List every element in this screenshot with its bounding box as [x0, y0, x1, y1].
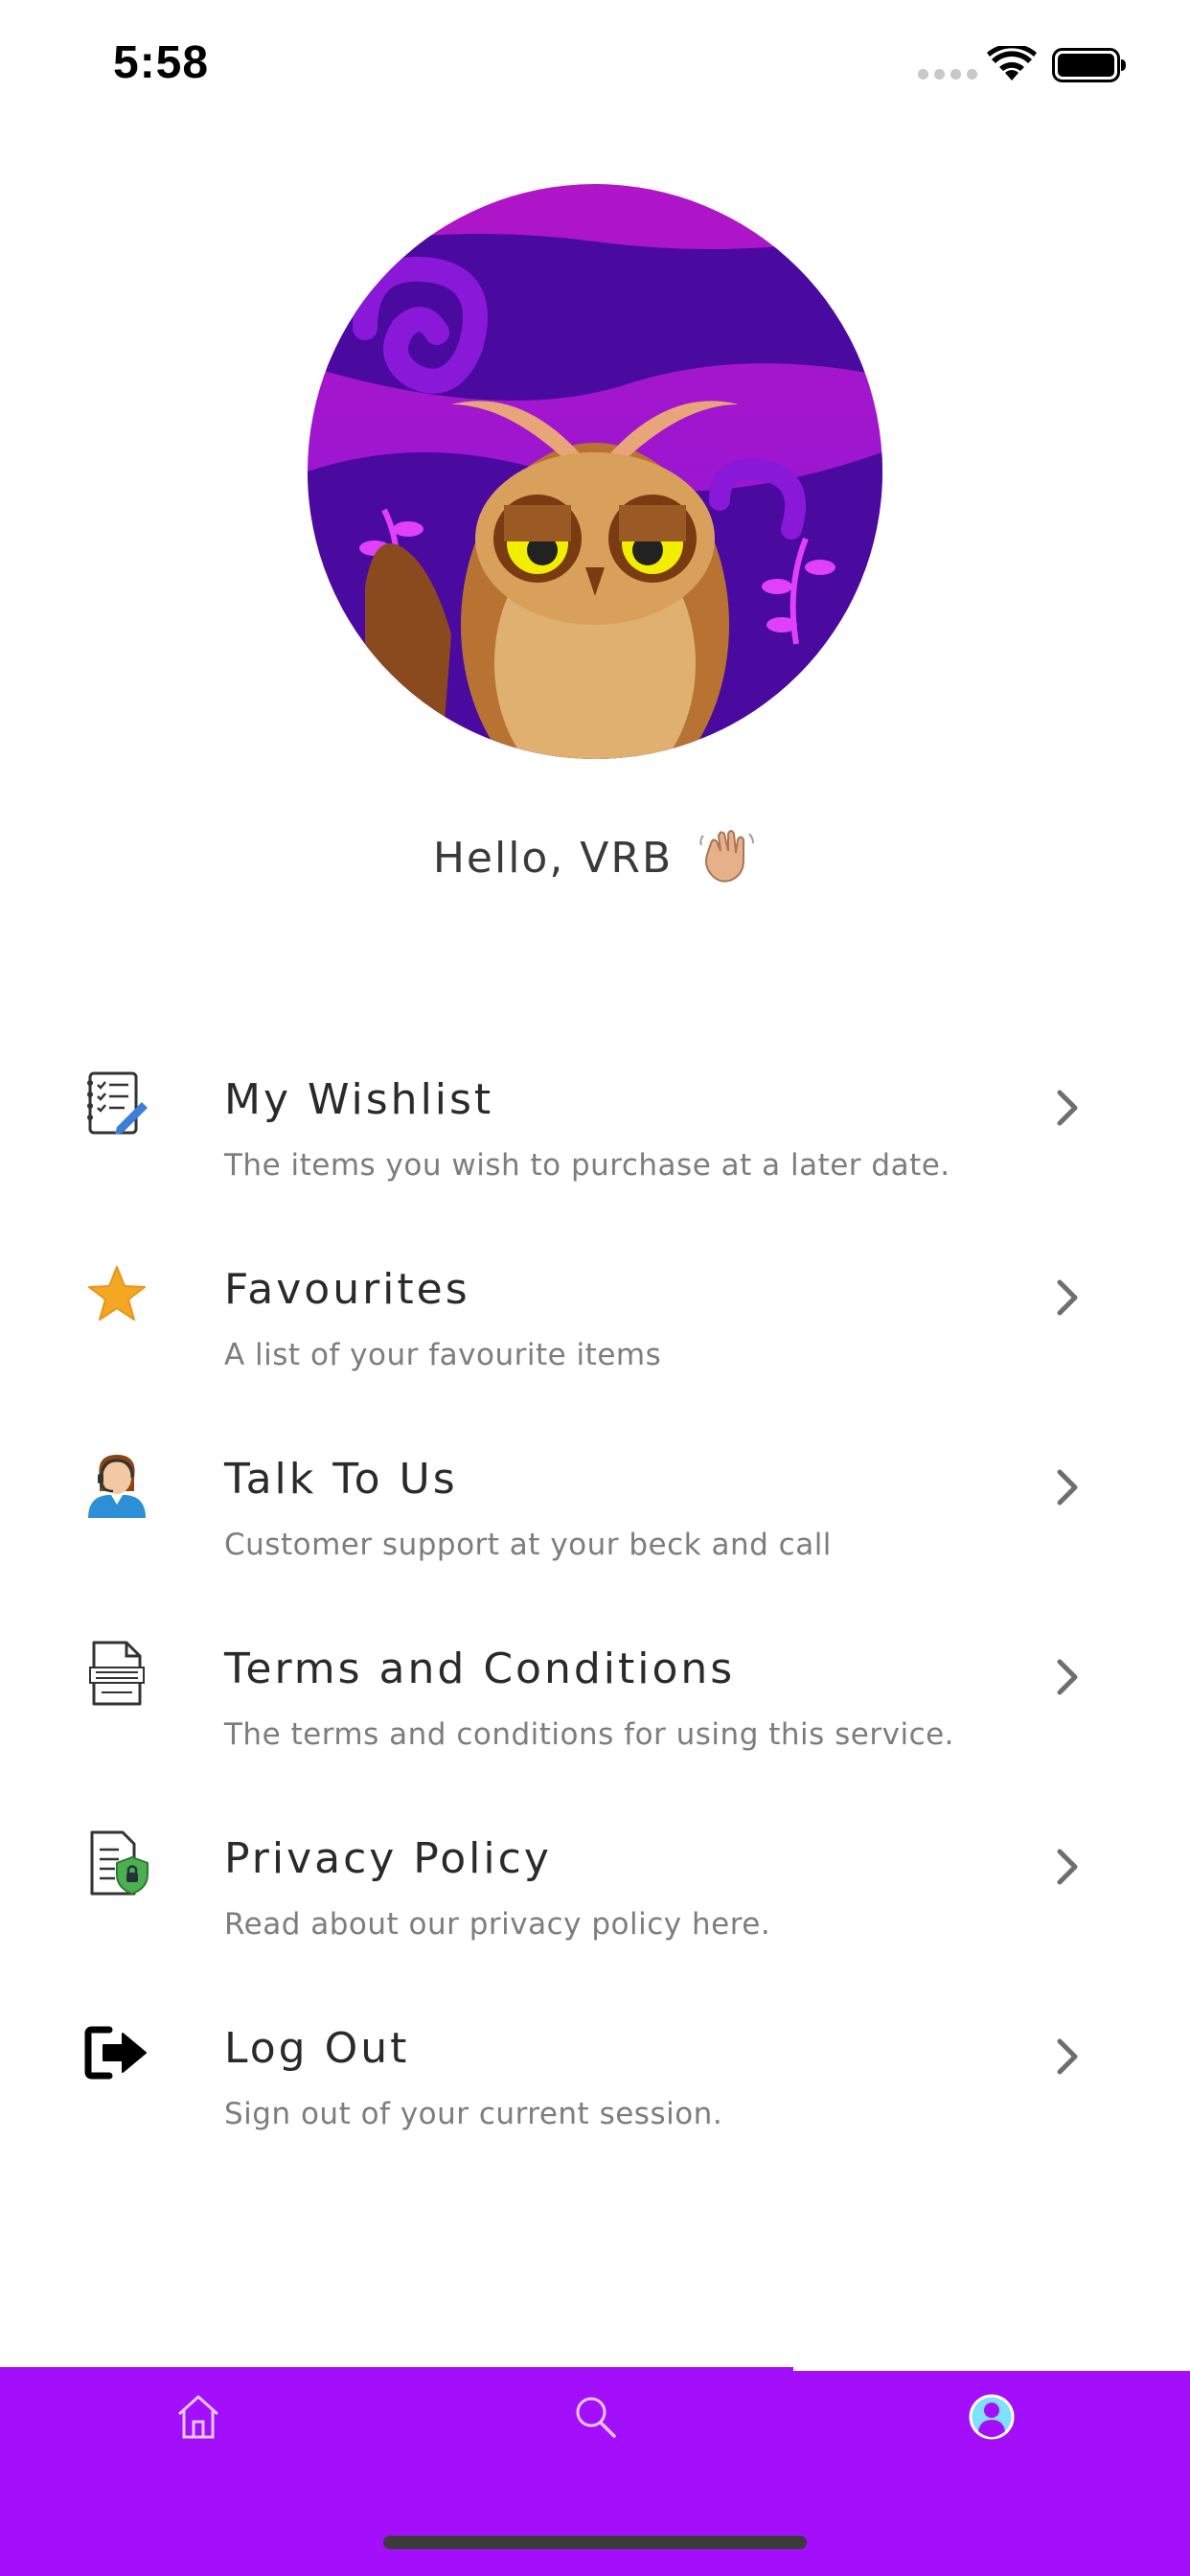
logout-icon: [82, 2018, 151, 2087]
support-agent-icon: [82, 1449, 151, 1518]
menu-item-subtitle: The terms and conditions for using this …: [224, 1717, 955, 1752]
star-icon: [82, 1259, 151, 1328]
menu-item-talk-to-us[interactable]: Talk To Us Customer support at your beck…: [0, 1430, 1190, 1620]
owl-avatar-image: [308, 184, 882, 759]
menu-item-favourites[interactable]: Favourites A list of your favourite item…: [0, 1240, 1190, 1430]
home-icon: [177, 2395, 219, 2439]
menu-item-title: Favourites: [224, 1265, 470, 1314]
tab-home[interactable]: [0, 2379, 397, 2455]
menu-item-subtitle: Sign out of your current session.: [224, 2097, 723, 2131]
active-tab-indicator: [793, 2367, 1190, 2371]
menu-item-subtitle: Customer support at your beck and call: [224, 1528, 832, 1562]
menu-item-title: Log Out: [224, 2024, 410, 2073]
menu-item-terms[interactable]: Terms and Conditions The terms and condi…: [0, 1620, 1190, 1809]
home-indicator: [383, 2536, 807, 2549]
greeting-text: Hello, VRB: [432, 834, 674, 883]
menu-item-title: Privacy Policy: [224, 1834, 552, 1883]
menu-item-subtitle: The items you wish to purchase at a late…: [224, 1148, 950, 1183]
menu-item-title: My Wishlist: [224, 1075, 494, 1124]
battery-icon: [1052, 48, 1126, 82]
wifi-icon: [987, 46, 1037, 80]
terms-document-icon: [82, 1639, 151, 1708]
privacy-shield-icon: [82, 1828, 151, 1898]
menu-item-logout[interactable]: Log Out Sign out of your current session…: [0, 1999, 1190, 2189]
chevron-right-icon: [1057, 1469, 1078, 1506]
waving-hand-icon: [699, 830, 755, 883]
chevron-right-icon: [1057, 1090, 1078, 1126]
menu-item-title: Terms and Conditions: [224, 1644, 736, 1693]
search-icon: [576, 2397, 616, 2438]
menu-item-privacy[interactable]: Privacy Policy Read about our privacy po…: [0, 1809, 1190, 1999]
status-time: 5:58: [113, 37, 210, 88]
greeting: Hello, VRB: [0, 826, 1190, 886]
profile-icon: [969, 2394, 1015, 2440]
profile-menu: My Wishlist The items you wish to purcha…: [0, 1050, 1190, 2189]
chevron-right-icon: [1057, 1279, 1078, 1316]
chevron-right-icon: [1057, 1659, 1078, 1695]
menu-item-subtitle: Read about our privacy policy here.: [224, 1907, 771, 1942]
status-bar: 5:58: [0, 0, 1190, 126]
chevron-right-icon: [1057, 1849, 1078, 1885]
menu-item-title: Talk To Us: [224, 1455, 458, 1504]
avatar[interactable]: [308, 184, 882, 759]
menu-item-subtitle: A list of your favourite items: [224, 1338, 662, 1372]
chevron-right-icon: [1057, 2038, 1078, 2075]
tab-profile[interactable]: [793, 2379, 1190, 2455]
cellular-signal-icon: [918, 69, 977, 80]
wishlist-checklist-icon: [82, 1070, 151, 1138]
tab-search[interactable]: [397, 2379, 793, 2455]
menu-item-wishlist[interactable]: My Wishlist The items you wish to purcha…: [0, 1050, 1190, 1240]
